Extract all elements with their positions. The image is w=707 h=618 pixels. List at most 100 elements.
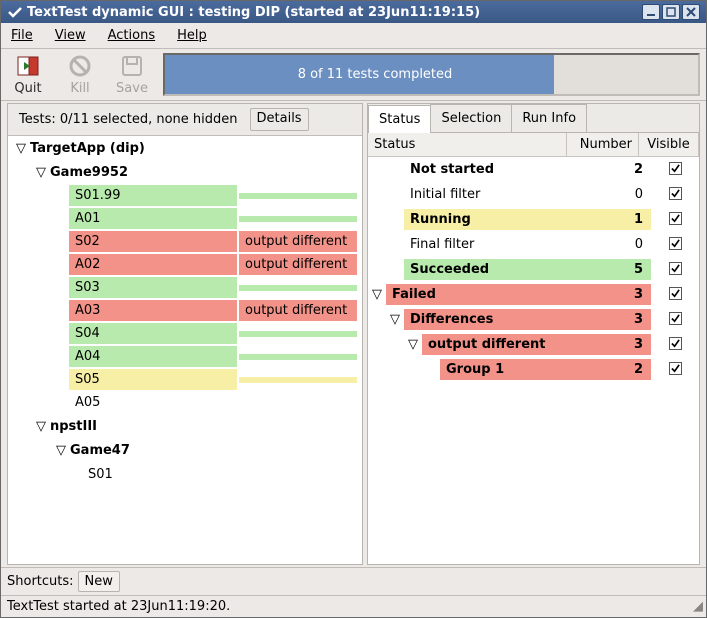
- test-message: [238, 399, 358, 407]
- test-name: A04: [68, 345, 238, 368]
- tests-tree[interactable]: ▽ TargetApp (dip) ▽ Game9952 S01.99A01S0…: [8, 136, 362, 564]
- menu-help[interactable]: Help: [173, 26, 211, 45]
- tab-selection[interactable]: Selection: [430, 104, 512, 132]
- tree-test[interactable]: A05: [68, 391, 362, 414]
- chevron-down-icon[interactable]: ▽: [404, 337, 422, 352]
- tree-suite[interactable]: ▽ Game47: [8, 438, 362, 462]
- visible-checkbox[interactable]: [669, 162, 682, 175]
- tree-test[interactable]: S03: [68, 276, 362, 299]
- tree-root[interactable]: ▽ TargetApp (dip): [8, 136, 362, 160]
- tree-test[interactable]: A03output different: [68, 299, 362, 322]
- tests-pane: Tests: 0/11 selected, none hidden Detail…: [7, 103, 363, 565]
- chevron-down-icon[interactable]: ▽: [32, 165, 50, 180]
- tree-test[interactable]: A02output different: [68, 253, 362, 276]
- new-shortcut-button[interactable]: New: [78, 571, 120, 592]
- test-name: A03: [68, 299, 238, 322]
- test-message: [238, 215, 358, 223]
- progress-bar: 8 of 11 tests completed: [163, 53, 700, 96]
- visible-cell: [651, 362, 699, 377]
- quit-button[interactable]: Quit: [7, 53, 49, 96]
- status-row[interactable]: Initial filter0: [368, 182, 699, 207]
- kill-label: Kill: [70, 81, 89, 96]
- status-label: Final filter: [404, 234, 593, 255]
- tree-test[interactable]: S01: [8, 462, 362, 486]
- status-row[interactable]: Final filter0: [368, 232, 699, 257]
- menu-actions[interactable]: Actions: [104, 26, 160, 45]
- tree-test[interactable]: S02output different: [68, 230, 362, 253]
- tree-test[interactable]: S05: [68, 368, 362, 391]
- status-row[interactable]: ▽Failed3: [368, 282, 699, 307]
- visible-cell: [651, 162, 699, 177]
- chevron-down-icon[interactable]: ▽: [52, 443, 70, 458]
- tab-status[interactable]: Status: [368, 105, 431, 133]
- status-row[interactable]: Succeeded5: [368, 257, 699, 282]
- status-row[interactable]: ▽output different3: [368, 332, 699, 357]
- status-tree[interactable]: Not started2Initial filter0Running1Final…: [368, 157, 699, 564]
- chevron-down-icon[interactable]: ▽: [368, 287, 386, 302]
- chevron-down-icon[interactable]: ▽: [12, 141, 30, 156]
- status-label: Not started: [404, 159, 593, 180]
- visible-checkbox[interactable]: [669, 312, 682, 325]
- kill-icon: [66, 53, 94, 79]
- resize-grip-icon[interactable]: ◢: [693, 599, 700, 614]
- visible-cell: [651, 287, 699, 302]
- save-button: Save: [111, 53, 153, 96]
- kill-button: Kill: [59, 53, 101, 96]
- visible-checkbox[interactable]: [669, 287, 682, 300]
- details-button[interactable]: Details: [250, 108, 309, 131]
- col-status[interactable]: Status: [368, 133, 567, 156]
- visible-checkbox[interactable]: [669, 237, 682, 250]
- menu-view[interactable]: View: [51, 26, 90, 45]
- tree-test[interactable]: A04: [68, 345, 362, 368]
- col-number[interactable]: Number: [567, 133, 639, 156]
- tab-runinfo[interactable]: Run Info: [511, 104, 587, 132]
- test-name: S02: [68, 230, 238, 253]
- save-label: Save: [116, 81, 148, 96]
- tests-selection-info: Tests: 0/11 selected, none hidden: [13, 108, 244, 131]
- col-visible[interactable]: Visible: [639, 133, 699, 156]
- visible-checkbox[interactable]: [669, 187, 682, 200]
- status-label: output different: [422, 334, 593, 355]
- status-label: Running: [404, 209, 593, 230]
- maximize-button[interactable]: [662, 4, 680, 20]
- chevron-down-icon[interactable]: ▽: [386, 312, 404, 327]
- test-message: [238, 330, 358, 338]
- status-label: Group 1: [440, 359, 593, 380]
- visible-cell: [651, 237, 699, 252]
- visible-cell: [651, 337, 699, 352]
- status-row[interactable]: ▽Differences3: [368, 307, 699, 332]
- menubar: File View Actions Help: [1, 23, 706, 49]
- status-row[interactable]: Not started2: [368, 157, 699, 182]
- test-message: [238, 376, 358, 384]
- close-button[interactable]: [682, 4, 700, 20]
- menu-file[interactable]: File: [7, 26, 37, 45]
- toolbar: Quit Kill Save 8 of 11 tests completed: [1, 49, 706, 101]
- minimize-button[interactable]: [642, 4, 660, 20]
- status-label: Initial filter: [404, 184, 593, 205]
- statusbar: TextTest started at 23Jun11:19:20. ◢: [1, 595, 706, 617]
- status-label: Succeeded: [404, 259, 593, 280]
- visible-checkbox[interactable]: [669, 337, 682, 350]
- status-count: 2: [593, 159, 651, 180]
- status-row[interactable]: Running1: [368, 207, 699, 232]
- status-row[interactable]: Group 12: [368, 357, 699, 382]
- tree-suite[interactable]: ▽ npstIII: [8, 414, 362, 438]
- tree-test[interactable]: A01: [68, 207, 362, 230]
- tree-test[interactable]: S04: [68, 322, 362, 345]
- test-name: A02: [68, 253, 238, 276]
- save-icon: [118, 53, 146, 79]
- test-name: S01.99: [68, 184, 238, 207]
- titlebar: TextTest dynamic GUI : testing DIP (star…: [1, 1, 706, 23]
- visible-checkbox[interactable]: [669, 212, 682, 225]
- visible-checkbox[interactable]: [669, 262, 682, 275]
- status-count: 5: [593, 259, 651, 280]
- quit-icon: [14, 53, 42, 79]
- tree-test[interactable]: S01.99: [68, 184, 362, 207]
- test-message: [238, 192, 358, 200]
- visible-checkbox[interactable]: [669, 362, 682, 375]
- tree-suite[interactable]: ▽ Game9952: [8, 160, 362, 184]
- test-message: [238, 284, 358, 292]
- status-count: 3: [593, 334, 651, 355]
- status-count: 0: [593, 184, 651, 205]
- chevron-down-icon[interactable]: ▽: [32, 419, 50, 434]
